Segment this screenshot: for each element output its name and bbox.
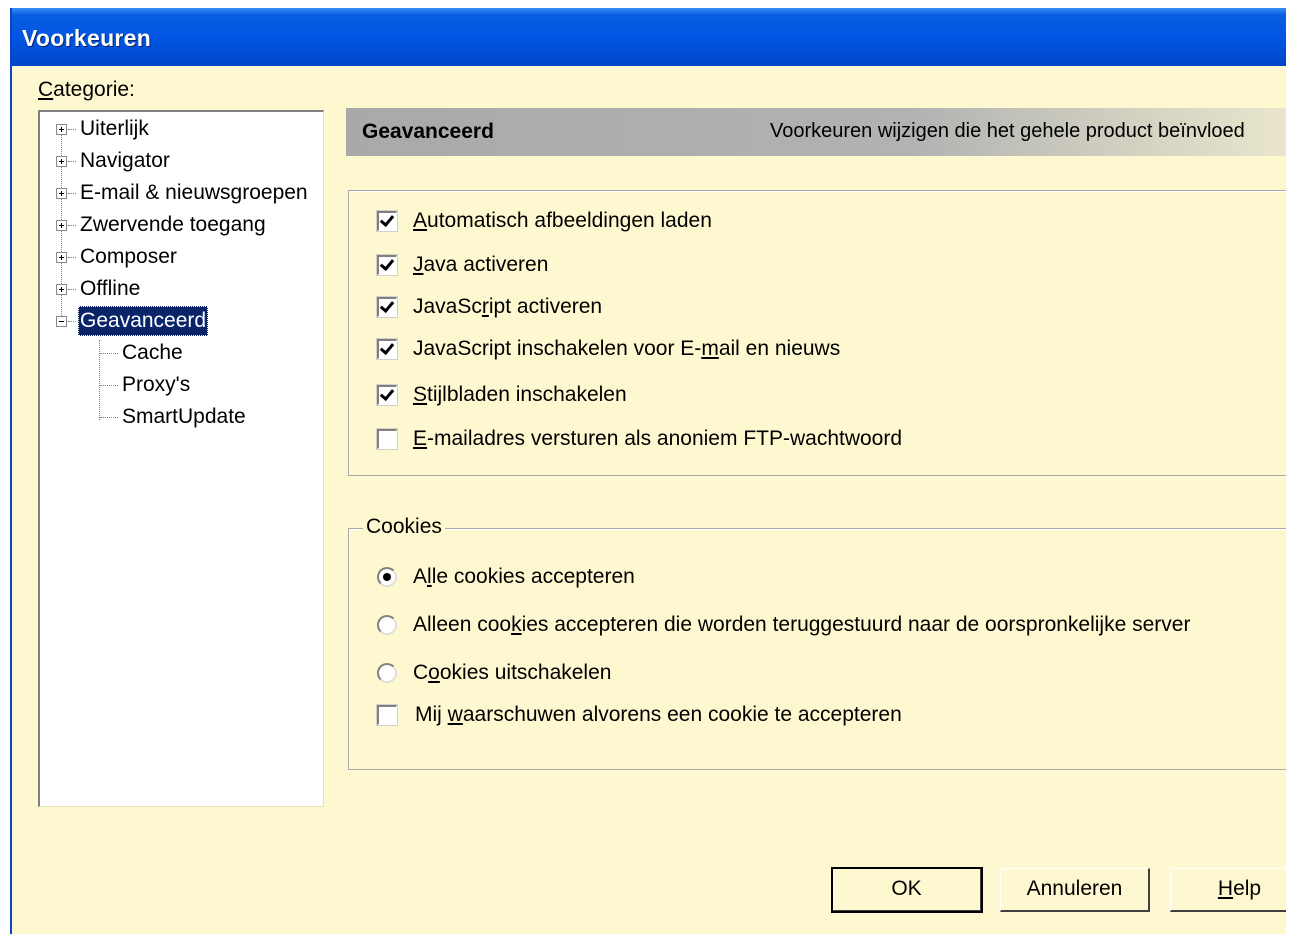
expand-icon[interactable] [56, 188, 67, 199]
general-options-group: Automatisch afbeeldingen laden Java acti… [348, 190, 1286, 476]
collapse-icon[interactable] [56, 316, 67, 327]
category-label: Categorie: [38, 78, 135, 101]
java-checkbox[interactable] [376, 254, 398, 276]
tree-line [99, 340, 100, 420]
disable-cookies-radio[interactable] [377, 663, 397, 683]
expand-icon[interactable] [56, 220, 67, 231]
category-tree[interactable]: Uiterlijk Navigator E-mail & nieuwsgroep… [38, 110, 324, 807]
expand-icon[interactable] [56, 252, 67, 263]
auto-images-checkbox[interactable] [376, 210, 398, 232]
window-title: Voorkeuren [22, 25, 152, 51]
cookies-group: Cookies Alle cookies accepteren Alleen c… [348, 515, 1286, 770]
section-description: Voorkeuren wijzigen die het gehele produ… [770, 120, 1245, 142]
expand-icon[interactable] [56, 124, 67, 135]
warn-cookie-checkbox[interactable] [376, 704, 398, 726]
section-title: Geavanceerd [362, 120, 494, 143]
section-header: Geavanceerd Voorkeuren wijzigen die het … [346, 108, 1286, 156]
javascript-checkbox[interactable] [376, 296, 398, 318]
javascript-mail-checkbox[interactable] [376, 338, 398, 360]
cookies-legend: Cookies [363, 515, 445, 539]
expand-icon[interactable] [56, 156, 67, 167]
tree-item-advanced-label: Geavanceerd [78, 306, 209, 336]
stylesheets-checkbox[interactable] [376, 384, 398, 406]
title-bar[interactable]: Voorkeuren [12, 8, 1286, 66]
anon-ftp-checkbox[interactable] [376, 428, 398, 450]
cancel-button[interactable]: Annuleren [1000, 868, 1150, 912]
accept-all-cookies-radio[interactable] [377, 567, 397, 587]
expand-icon[interactable] [56, 284, 67, 295]
help-button[interactable]: Help [1170, 868, 1286, 912]
preferences-window: Voorkeuren Categorie: Uiterlijk Navigato… [10, 8, 1286, 934]
ok-button[interactable]: OK [831, 867, 983, 913]
accept-origin-cookies-radio[interactable] [377, 615, 397, 635]
